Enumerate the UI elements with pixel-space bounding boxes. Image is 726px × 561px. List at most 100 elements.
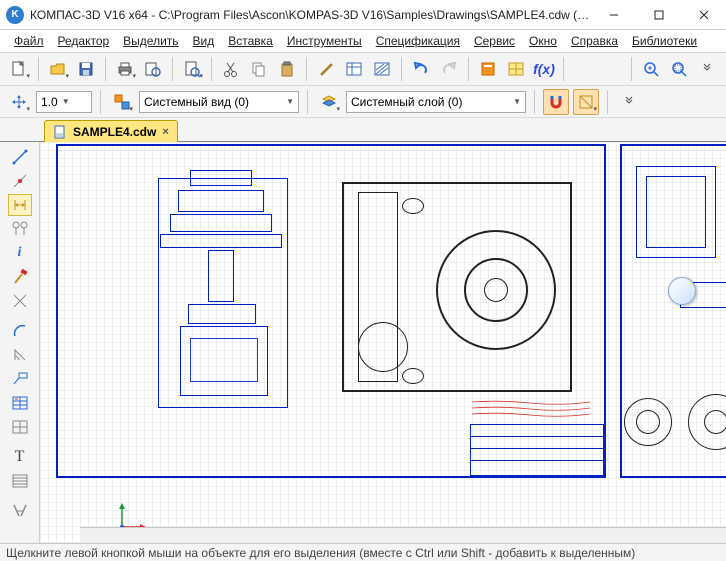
library-icon [479,60,497,78]
tool-grid[interactable] [8,416,32,438]
menu-editor[interactable]: Редактор [52,32,116,50]
tab-sample4[interactable]: SAMPLE4.cdw × [44,120,178,142]
chevron-down-icon: ▼ [286,97,294,106]
print-button[interactable] [112,56,138,82]
cut-button[interactable] [218,56,244,82]
menu-select[interactable]: Выделить [117,32,184,50]
menu-file[interactable]: Файл [8,32,50,50]
zoom-in-icon [642,60,660,78]
properties-button[interactable] [179,56,205,82]
drawing-canvas[interactable] [40,142,726,543]
menu-libs[interactable]: Библиотеки [626,32,703,50]
tool-params[interactable] [8,290,32,312]
tool-geometry[interactable] [8,146,32,168]
more-button[interactable] [616,89,642,115]
view-mgr-button[interactable] [109,89,135,115]
document-icon [53,125,67,139]
new-icon [10,60,28,78]
part [160,234,282,248]
scale-combo[interactable]: 1.0▼ [36,91,92,113]
maximize-button[interactable] [636,0,681,29]
grid-icon [11,418,29,436]
menu-spec[interactable]: Спецификация [370,32,466,50]
layer-combo[interactable]: Системный слой (0) ▼ [346,91,526,113]
redo-icon [440,60,458,78]
maximize-icon [654,10,664,20]
hatch-button[interactable] [369,56,395,82]
zoom-area-button[interactable] [666,56,692,82]
line-icon [11,148,29,166]
tool-assembly[interactable] [8,500,32,522]
tool-table[interactable] [8,392,32,414]
text-icon: T [15,448,25,466]
library-manager-button[interactable] [475,56,501,82]
save-button[interactable] [73,56,99,82]
paste-button[interactable] [274,56,300,82]
magnet-icon [547,93,565,111]
separator [105,57,106,81]
properties-icon [183,60,201,78]
separator [401,57,402,81]
zoom-area-icon [670,60,688,78]
chevron-down-icon: ▼ [62,97,70,106]
tab-close-button[interactable]: × [162,126,168,138]
tool-tableview[interactable] [8,470,32,492]
part [208,250,234,302]
menu-bar: Файл Редактор Выделить Вид Вставка Инстр… [0,30,726,52]
zoom-more-button[interactable] [694,56,720,82]
redo-button[interactable] [436,56,462,82]
menu-view[interactable]: Вид [187,32,221,50]
menu-service[interactable]: Сервис [468,32,521,50]
menu-help[interactable]: Справка [565,32,624,50]
close-button[interactable] [681,0,726,29]
menu-insert[interactable]: Вставка [222,32,279,50]
tool-text[interactable]: T [8,446,32,468]
tool-edit[interactable] [8,266,32,288]
format-brush-button[interactable] [313,56,339,82]
tool-designation[interactable] [8,218,32,240]
open-button[interactable] [45,56,71,82]
chevron-down-icon: ▼ [513,97,521,106]
variables-button[interactable] [503,56,529,82]
separator [563,57,564,81]
layer-label: Системный слой (0) [351,95,462,109]
tool-leader[interactable] [8,368,32,390]
status-bar: Щелкните левой кнопкой мыши на объекте д… [0,543,726,561]
tool-dimension[interactable] [8,194,32,216]
menu-window[interactable]: Окно [523,32,563,50]
new-button[interactable] [6,56,32,82]
designation-icon [11,220,29,238]
window-title: КОМПАС-3D V16 x64 - C:\Program Files\Asc… [30,8,591,22]
state-button[interactable] [6,89,32,115]
tool-info[interactable]: i [8,242,32,264]
fx-button[interactable]: f(x) [531,56,557,82]
layer-mgr-button[interactable] [316,89,342,115]
tool-arc[interactable] [8,320,32,342]
part [188,304,256,324]
attributes-button[interactable] [341,56,367,82]
preview-icon [144,60,162,78]
separator [534,90,535,114]
part [646,176,706,248]
tab-label: SAMPLE4.cdw [73,125,156,139]
view-combo[interactable]: Системный вид (0)▼ [139,91,299,113]
copy-button[interactable] [246,56,272,82]
open-icon [49,60,67,78]
title-block-row [470,460,604,461]
print-preview-button[interactable] [140,56,166,82]
part [402,368,424,384]
angle-icon [11,346,29,364]
minimize-button[interactable] [591,0,636,29]
tool-point[interactable] [8,170,32,192]
undo-button[interactable] [408,56,434,82]
zoom-in-button[interactable] [638,56,664,82]
snap-button[interactable] [543,89,569,115]
tool-angle-dim[interactable] [8,344,32,366]
separator [607,90,608,114]
hint-bubble[interactable] [668,277,696,305]
menu-tools[interactable]: Инструменты [281,32,368,50]
params-icon [11,292,29,310]
snap-options-button[interactable] [573,89,599,115]
horizontal-scrollbar[interactable] [80,527,726,543]
separator [211,57,212,81]
